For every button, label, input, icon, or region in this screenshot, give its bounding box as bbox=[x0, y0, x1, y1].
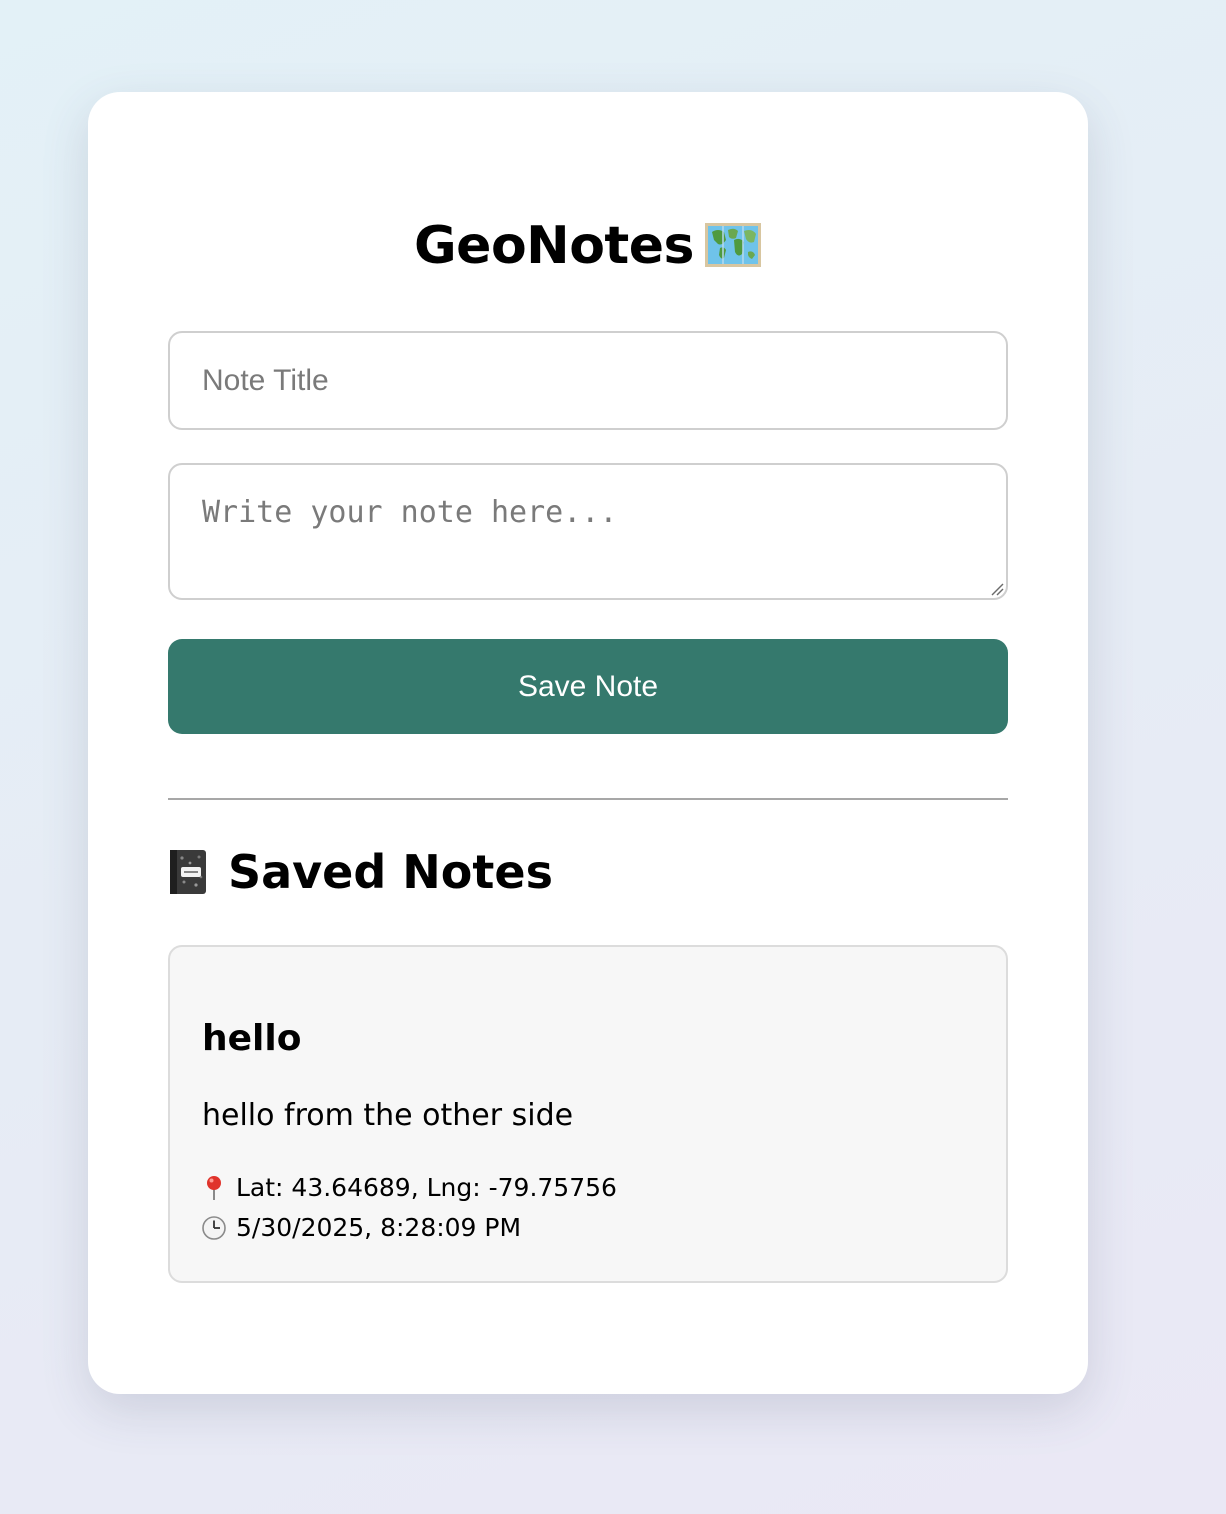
save-note-button[interactable]: Save Note bbox=[168, 639, 1008, 734]
note-location: Lat: 43.64689, Lng: -79.75756 bbox=[202, 1168, 974, 1208]
note-body-wrapper bbox=[168, 463, 1008, 600]
note-timestamp: 5/30/2025, 8:28:09 PM bbox=[202, 1208, 974, 1248]
saved-notes-heading-text: Saved Notes bbox=[228, 845, 553, 899]
main-card: GeoNotes Save Note bbox=[88, 92, 1088, 1394]
section-divider bbox=[168, 798, 1008, 800]
saved-notes-heading: Saved Notes bbox=[168, 846, 1008, 898]
clock-icon bbox=[202, 1216, 226, 1240]
resize-handle-icon[interactable] bbox=[990, 582, 1004, 596]
app-title-text: GeoNotes bbox=[414, 216, 695, 276]
note-body: hello from the other side bbox=[202, 1098, 574, 1133]
note-title-input[interactable] bbox=[168, 331, 1008, 430]
note-title: hello bbox=[202, 1018, 302, 1059]
page-title: GeoNotes bbox=[168, 92, 1008, 282]
pin-icon bbox=[207, 1176, 221, 1200]
notebook-icon bbox=[170, 850, 206, 894]
note-body-textarea[interactable] bbox=[168, 463, 1008, 600]
note-location-text: Lat: 43.64689, Lng: -79.75756 bbox=[236, 1173, 617, 1202]
world-map-icon bbox=[705, 223, 761, 267]
note-timestamp-text: 5/30/2025, 8:28:09 PM bbox=[236, 1213, 522, 1242]
note-card: hello hello from the other side Lat: 43.… bbox=[168, 945, 1008, 1283]
